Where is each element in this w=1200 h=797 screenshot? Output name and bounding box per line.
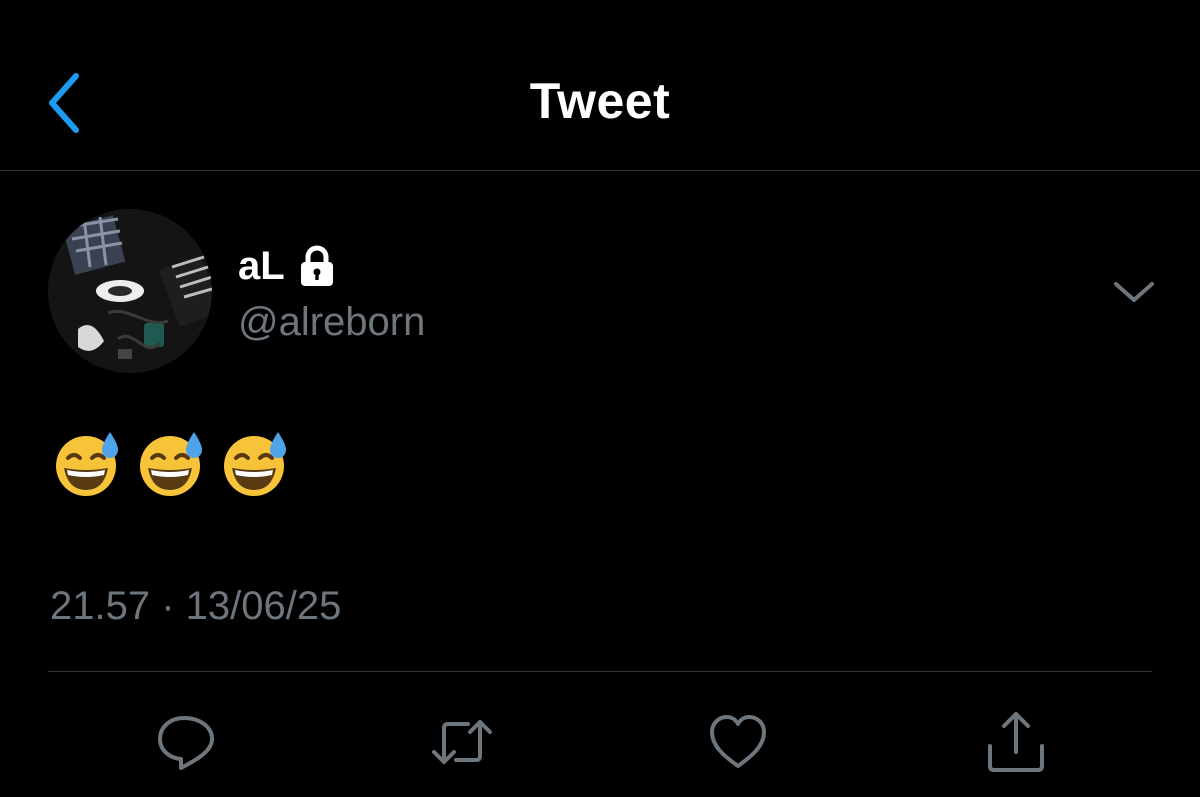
retweet-icon [432, 720, 492, 764]
avatar-image [48, 209, 212, 373]
reply-button[interactable] [154, 710, 218, 774]
display-name[interactable]: aL [238, 240, 285, 292]
user-handle[interactable]: @alreborn [238, 296, 425, 348]
reply-icon [158, 716, 214, 770]
top-navigation-bar: Tweet [0, 0, 1200, 171]
divider [48, 671, 1152, 672]
share-button[interactable] [984, 710, 1048, 774]
share-icon [988, 712, 1044, 772]
avatar[interactable] [48, 209, 212, 373]
tweet-options-button[interactable] [1112, 276, 1156, 306]
chevron-down-icon [1114, 282, 1154, 302]
lock-icon [299, 245, 335, 287]
tweet-timestamp: 21.57 · 13/06/25 [50, 584, 342, 628]
heart-icon [710, 715, 766, 768]
sweat-smile-emoji-icon [56, 432, 118, 496]
page-title: Tweet [529, 73, 671, 129]
author-name-row: aL [238, 240, 335, 292]
sweat-smile-emoji-icon [140, 432, 202, 496]
retweet-button[interactable] [430, 710, 494, 774]
sweat-smile-emoji-icon [224, 432, 286, 496]
tweet-text [52, 428, 290, 498]
like-button[interactable] [706, 710, 770, 774]
